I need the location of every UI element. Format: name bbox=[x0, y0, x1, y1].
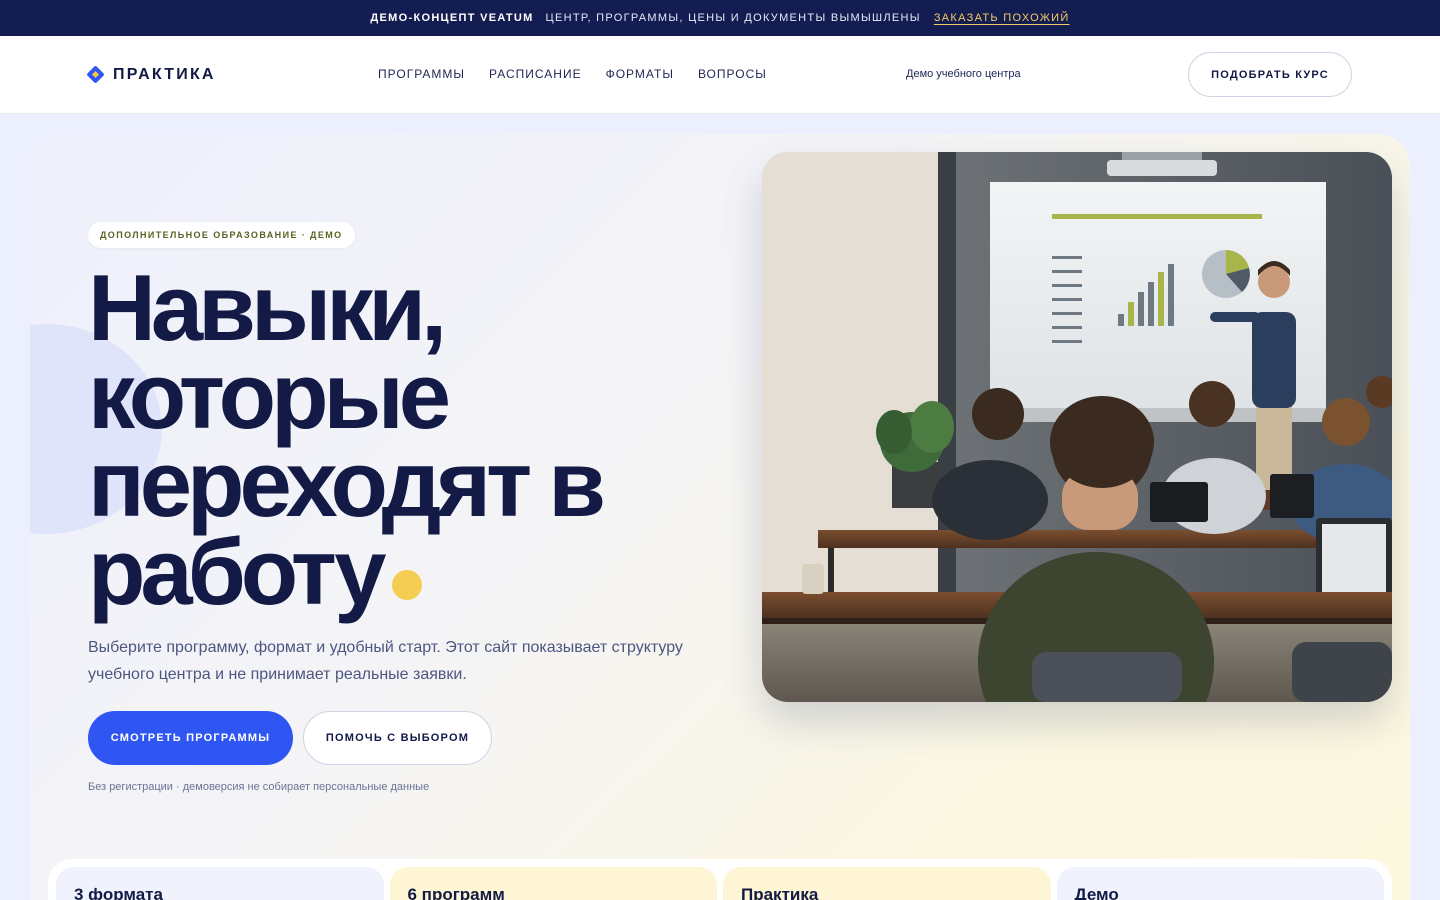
logo-diamond-icon bbox=[86, 65, 105, 84]
category-pill: ДОПОЛНИТЕЛЬНОЕ ОБРАЗОВАНИЕ · ДЕМО bbox=[88, 222, 355, 248]
headline-line-1: Навыки, bbox=[88, 255, 447, 360]
headline-line-3: переходят в bbox=[88, 431, 606, 536]
main-nav: ПРОГРАММЫ РАСПИСАНИЕ ФОРМАТЫ ВОПРОСЫ bbox=[378, 67, 767, 81]
stat-programs: 6 программ bbox=[389, 867, 717, 900]
classroom-photo bbox=[762, 152, 1392, 702]
stat-demo: Демо bbox=[1056, 867, 1384, 900]
logo[interactable]: ПРАКТИКА bbox=[86, 65, 216, 84]
demo-banner: ДЕМО-КОНЦЕПТ VEATUM ЦЕНТР, ПРОГРАММЫ, ЦЕ… bbox=[0, 0, 1440, 36]
nav-item-questions[interactable]: ВОПРОСЫ bbox=[698, 67, 767, 81]
yellow-dot-icon bbox=[391, 570, 422, 600]
header-note: Демо учебного центра bbox=[906, 68, 1021, 80]
nav-item-formats[interactable]: ФОРМАТЫ bbox=[606, 67, 674, 81]
headline-line-4-text: работу bbox=[88, 519, 386, 624]
banner-title: ДЕМО-КОНЦЕПТ VEATUM bbox=[370, 12, 534, 24]
choose-course-button[interactable]: ПОДОБРАТЬ КУРС bbox=[1188, 52, 1352, 97]
stat-formats: 3 формата bbox=[56, 867, 384, 900]
banner-text: ЦЕНТР, ПРОГРАММЫ, ЦЕНЫ И ДОКУМЕНТЫ ВЫМЫШ… bbox=[545, 12, 921, 24]
stats-strip: 3 формата 6 программ Практика Демо bbox=[48, 859, 1392, 900]
view-programs-button[interactable]: СМОТРЕТЬ ПРОГРАММЫ bbox=[88, 711, 293, 765]
privacy-note: Без регистрации · демоверсия не собирает… bbox=[88, 781, 430, 793]
hero-headline: Навыки, которые переходят в работу bbox=[88, 255, 708, 619]
nav-item-programs[interactable]: ПРОГРАММЫ bbox=[378, 67, 465, 81]
hero-lead: Выберите программу, формат и удобный ста… bbox=[88, 639, 683, 683]
help-choose-button[interactable]: ПОМОЧЬ С ВЫБОРОМ bbox=[303, 711, 492, 765]
headline-line-4: работу bbox=[88, 525, 708, 619]
order-similar-link[interactable]: ЗАКАЗАТЬ ПОХОЖИЙ bbox=[934, 12, 1070, 24]
nav-item-schedule[interactable]: РАСПИСАНИЕ bbox=[489, 67, 582, 81]
stat-practice: Практика bbox=[723, 867, 1051, 900]
headline-line-2: которые bbox=[88, 343, 451, 448]
hero-section: ДОПОЛНИТЕЛЬНОЕ ОБРАЗОВАНИЕ · ДЕМО Навыки… bbox=[30, 134, 1410, 900]
site-header: ПРАКТИКА ПРОГРАММЫ РАСПИСАНИЕ ФОРМАТЫ ВО… bbox=[0, 36, 1440, 114]
logo-text: ПРАКТИКА bbox=[113, 65, 216, 83]
